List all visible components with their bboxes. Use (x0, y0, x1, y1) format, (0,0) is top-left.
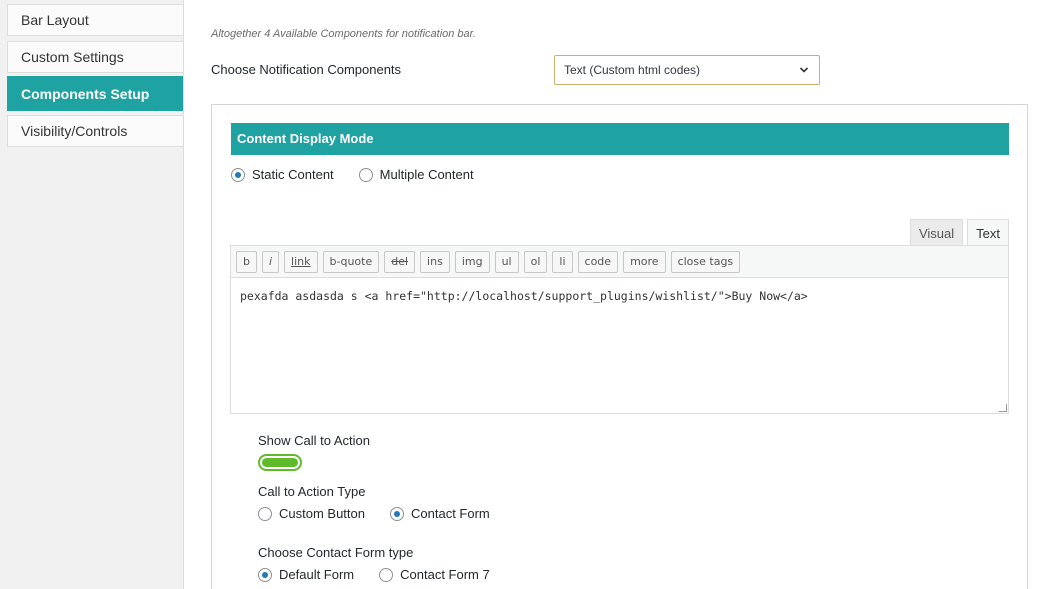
textarea-content: pexafda asdasda s <a href="http://localh… (240, 289, 808, 303)
tab-text[interactable]: Text (967, 219, 1009, 246)
radio-multiple-content[interactable]: Multiple Content (358, 167, 474, 182)
bold-button[interactable]: b (236, 250, 257, 273)
radio-button[interactable] (358, 167, 373, 182)
components-select[interactable]: Text (Custom html codes) (554, 55, 820, 85)
cta-type-group: Custom Button Contact Form (258, 506, 515, 521)
main-content: Altogether 4 Available Components for no… (183, 0, 1055, 589)
contact-form-type-group: Default Form Contact Form 7 (258, 567, 515, 582)
code-button[interactable]: code (577, 250, 619, 273)
radio-label: Default Form (279, 567, 355, 582)
li-button[interactable]: li (552, 250, 573, 273)
radio-label: Custom Button (279, 506, 365, 521)
panel-header: Content Display Mode (231, 123, 1009, 155)
choose-components-label: Choose Notification Components (211, 62, 402, 77)
components-select-value: Text (Custom html codes) (564, 63, 701, 77)
components-panel: Content Display Mode Static Content Mult… (211, 104, 1028, 589)
radio-custom-button[interactable]: Custom Button (258, 506, 365, 521)
tab-bar-layout[interactable]: Bar Layout (7, 4, 183, 36)
content-textarea[interactable]: pexafda asdasda s <a href="http://localh… (230, 278, 1009, 414)
radio-button[interactable] (258, 567, 272, 582)
radio-static-content[interactable]: Static Content (231, 167, 334, 182)
tab-components-setup[interactable]: Components Setup (7, 76, 183, 111)
ol-button[interactable]: ol (523, 250, 548, 273)
radio-label: Multiple Content (379, 167, 474, 182)
tab-custom-settings[interactable]: Custom Settings (7, 41, 183, 73)
contact-form-type-label: Choose Contact Form type (258, 545, 414, 560)
radio-button[interactable] (379, 567, 394, 582)
resize-handle-icon[interactable] (999, 404, 1007, 412)
radio-label: Static Content (252, 167, 334, 182)
del-button[interactable]: del (384, 250, 416, 273)
display-mode-group: Static Content Multiple Content (231, 167, 499, 182)
img-button[interactable]: img (454, 250, 490, 273)
close-tags-button[interactable]: close tags (670, 250, 741, 273)
blockquote-button[interactable]: b-quote (322, 250, 380, 273)
settings-sidebar: Bar Layout Custom Settings Components Se… (0, 0, 183, 589)
radio-button[interactable] (258, 506, 272, 521)
ul-button[interactable]: ul (494, 250, 519, 273)
radio-contact-form[interactable]: Contact Form (390, 506, 490, 521)
tab-visual[interactable]: Visual (909, 219, 964, 246)
toggle-knob (262, 458, 298, 467)
show-cta-label: Show Call to Action (258, 433, 371, 448)
more-button[interactable]: more (623, 250, 666, 273)
chevron-down-icon (799, 56, 809, 96)
radio-contact-form-7[interactable]: Contact Form 7 (379, 567, 490, 582)
radio-default-form[interactable]: Default Form (258, 567, 354, 582)
radio-button[interactable] (390, 506, 404, 521)
editor-tabs: Visual Text (906, 219, 1009, 246)
radio-label: Contact Form 7 (400, 567, 490, 582)
radio-button[interactable] (231, 167, 245, 182)
ins-button[interactable]: ins (420, 250, 450, 273)
italic-button[interactable]: i (261, 250, 280, 273)
components-hint: Altogether 4 Available Components for no… (211, 28, 476, 40)
quicktags-toolbar: b i link b-quote del ins img ul ol li co… (230, 245, 1009, 278)
tab-visibility-controls[interactable]: Visibility/Controls (7, 115, 183, 147)
link-button[interactable]: link (284, 250, 318, 273)
show-cta-toggle[interactable] (258, 454, 302, 471)
cta-type-label: Call to Action Type (258, 484, 366, 499)
radio-label: Contact Form (411, 506, 490, 521)
